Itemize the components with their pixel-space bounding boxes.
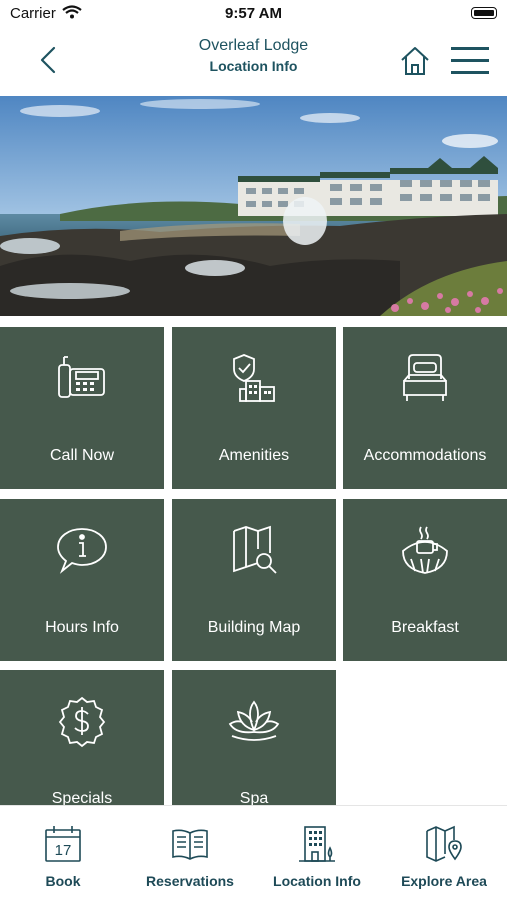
tab-label: Explore Area [401, 873, 487, 889]
battery-icon [471, 7, 497, 19]
tile-hours-info[interactable]: Hours Info [0, 499, 164, 661]
building-icon [254, 824, 380, 869]
book-icon [127, 824, 253, 869]
tile-label: Hours Info [45, 619, 119, 636]
lotus-icon [172, 694, 336, 750]
tab-label: Book [45, 873, 81, 889]
tile-label: Amenities [218, 447, 290, 464]
info-bubble-icon [0, 523, 164, 579]
tab-label: Location Info [273, 873, 361, 889]
tile-amenities[interactable]: Amenities [172, 327, 336, 489]
tab-label: Reservations [146, 873, 234, 889]
tile-building-map[interactable]: Building Map [172, 499, 336, 661]
hero-image [0, 96, 507, 316]
nav-titles: Overleaf Lodge Location Info [100, 36, 407, 76]
map-pin-icon [381, 824, 507, 869]
bottom-tab-bar: 17 Book Reservations Location Info Explo… [0, 805, 507, 901]
tile-label: Accommodations [363, 447, 487, 464]
bed-icon [343, 351, 507, 407]
status-bar: Carrier 9:57 AM [0, 0, 507, 28]
nav-bar: Overleaf Lodge Location Info [0, 28, 507, 96]
home-icon [401, 47, 429, 75]
tile-label: Breakfast [391, 619, 459, 636]
calendar-icon: 17 [0, 824, 126, 869]
hamburger-menu-icon [451, 47, 489, 74]
status-time: 9:57 AM [225, 5, 282, 22]
tile-call-now[interactable]: Call Now [0, 327, 164, 489]
shield-building-icon [172, 351, 336, 407]
tile-accommodations[interactable]: Accommodations [343, 327, 507, 489]
map-search-icon [172, 523, 336, 579]
menu-button[interactable] [450, 45, 490, 77]
back-button[interactable] [30, 42, 66, 78]
tab-location-info[interactable]: Location Info [254, 806, 380, 901]
tile-label: Spa [239, 790, 269, 805]
tile-label: Building Map [207, 619, 301, 636]
home-button[interactable] [398, 44, 432, 78]
tab-explore-area[interactable]: Explore Area [381, 806, 507, 901]
tab-book[interactable]: 17 Book [0, 806, 126, 901]
calendar-day: 17 [55, 842, 72, 859]
chevron-left-icon [40, 46, 56, 74]
tile-specials[interactable]: Specials [0, 670, 164, 805]
tile-spa[interactable]: Spa [172, 670, 336, 805]
dollar-badge-icon [0, 694, 164, 750]
phone-icon [0, 351, 164, 407]
tile-label: Call Now [49, 447, 114, 464]
page-subtitle: Location Info [209, 58, 298, 74]
page-title: Overleaf Lodge [198, 37, 309, 54]
tile-label: Specials [51, 790, 113, 805]
coffee-croissant-icon [343, 523, 507, 579]
tile-breakfast[interactable]: Breakfast [343, 499, 507, 661]
feature-grid: Call Now Amenities Accommodations Hours … [0, 327, 507, 805]
tab-reservations[interactable]: Reservations [127, 806, 253, 901]
